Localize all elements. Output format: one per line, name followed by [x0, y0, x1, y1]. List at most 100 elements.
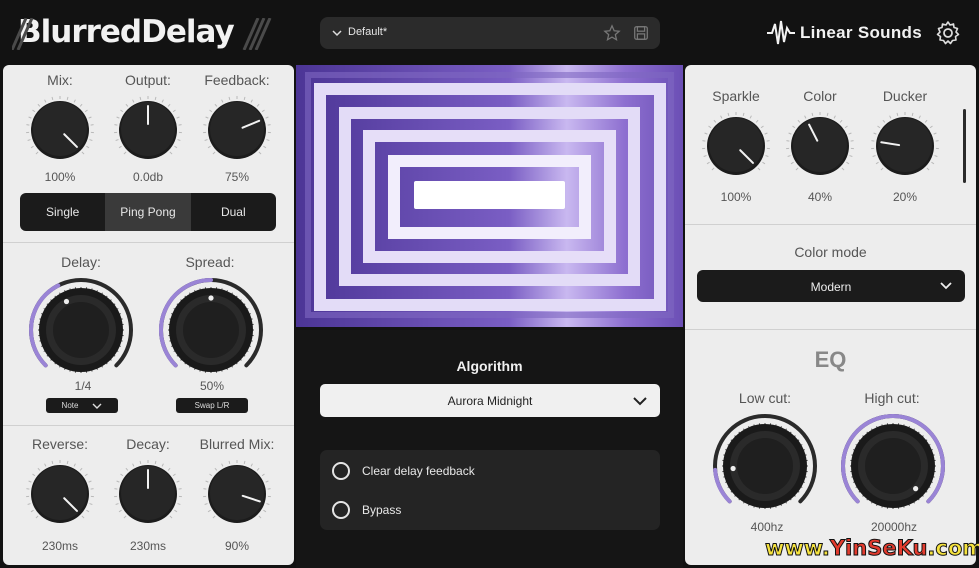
- clear-feedback-label: Clear delay feedback: [362, 464, 475, 478]
- output-knob[interactable]: [113, 95, 183, 165]
- knob-tick: [265, 480, 269, 483]
- decay-label: Decay:: [126, 436, 170, 452]
- knob-tick: [120, 109, 124, 113]
- blurred-mix-knob[interactable]: [202, 459, 272, 529]
- ducker-knob[interactable]: [870, 111, 940, 181]
- knob-tick: [849, 155, 853, 157]
- left-panel: Mix: Output: Feedback: 100% 0.0db 75% Si…: [3, 65, 294, 565]
- knob-tick: [762, 161, 766, 165]
- clear-feedback-radio[interactable]: [332, 462, 350, 480]
- knob-tick: [228, 96, 231, 100]
- knob-tick: [177, 503, 181, 505]
- color-knob[interactable]: [785, 111, 855, 181]
- reverse-knob[interactable]: [25, 459, 95, 529]
- knob-tick: [256, 103, 260, 107]
- knob-cap: [210, 102, 264, 156]
- knob-cap: [33, 102, 87, 156]
- knob-tick: [167, 103, 171, 107]
- options-box: Clear delay feedback Bypass: [320, 450, 660, 530]
- note-dropdown[interactable]: Note: [46, 398, 118, 413]
- knob-tick: [27, 503, 31, 505]
- delay-knob[interactable]: [26, 275, 136, 385]
- knob-tick: [44, 463, 47, 467]
- color-mode-title: Color mode: [794, 244, 867, 260]
- feedback-knob[interactable]: [202, 95, 272, 165]
- algorithm-dropdown[interactable]: Aurora Midnight: [320, 384, 660, 417]
- eq-title: EQ: [814, 347, 847, 372]
- knob-tick: [228, 460, 231, 464]
- knob-tick: [207, 145, 211, 149]
- knob-cap: [737, 438, 793, 494]
- scrollbar[interactable]: [963, 109, 966, 183]
- knob-tick: [787, 155, 791, 157]
- knob-tick: [873, 132, 877, 135]
- knob-tick: [123, 515, 127, 519]
- star-icon[interactable]: [603, 24, 621, 42]
- watermark-part: www.: [765, 536, 831, 561]
- knob-tick: [261, 473, 265, 477]
- knob-cap: [183, 302, 239, 358]
- knob-tick: [35, 515, 39, 519]
- chevron-down-icon: [633, 397, 647, 406]
- knob-tick: [116, 480, 120, 483]
- knob-tick: [872, 155, 876, 157]
- knob-tick: [911, 112, 914, 116]
- knob-tick: [89, 503, 93, 505]
- decay-knob[interactable]: [113, 459, 183, 529]
- swap-lr-label: Swap L/R: [194, 401, 230, 410]
- knob-tick: [880, 167, 884, 171]
- knob-tick: [931, 161, 935, 165]
- knob-tick: [88, 480, 92, 483]
- mix-label: Mix:: [47, 72, 73, 88]
- knob-tick: [30, 145, 34, 149]
- knob-tick: [933, 132, 937, 135]
- mode-dual-button[interactable]: Dual: [191, 193, 276, 231]
- knob-tick: [790, 161, 794, 165]
- gear-icon[interactable]: [935, 20, 961, 46]
- mix-knob[interactable]: [25, 95, 95, 165]
- low-cut-knob[interactable]: [710, 411, 820, 521]
- color-label: Color: [803, 88, 837, 104]
- knob-tick: [811, 112, 814, 116]
- knob-tick: [212, 515, 216, 519]
- bypass-option[interactable]: Bypass: [332, 499, 401, 521]
- knob-tick: [263, 509, 267, 513]
- knob-tick: [88, 116, 92, 119]
- knob-tick: [174, 509, 178, 513]
- clear-feedback-option[interactable]: Clear delay feedback: [332, 460, 475, 482]
- color-mode-value: Modern: [810, 280, 852, 294]
- knob-tick: [66, 96, 69, 100]
- knob-tick: [116, 116, 120, 119]
- knob-dot: [63, 298, 70, 305]
- knob-tick: [30, 509, 34, 513]
- spread-knob[interactable]: [156, 275, 266, 385]
- color-mode-dropdown[interactable]: Modern: [697, 270, 965, 302]
- mode-single-button[interactable]: Single: [20, 193, 105, 231]
- knob-tick: [51, 460, 54, 464]
- header-bar: BlurredDelay Default* Linear Sounds: [0, 0, 979, 64]
- knob-tick: [169, 515, 173, 519]
- knob-tick: [792, 125, 796, 129]
- knob-tick: [760, 125, 764, 129]
- knob-tick: [169, 151, 173, 155]
- knob-tick: [839, 119, 843, 123]
- chevron-down-icon: [332, 30, 342, 37]
- knob-tick: [263, 145, 267, 149]
- knob-tick: [172, 473, 176, 477]
- color-value: 40%: [807, 190, 833, 204]
- algorithm-title: Algorithm: [456, 358, 523, 374]
- knob-tick: [926, 167, 930, 171]
- algorithm-section: Algorithm Aurora Midnight Clear delay fe…: [296, 330, 683, 568]
- knob-tick: [882, 119, 886, 123]
- watermark-part: YinSeKu: [829, 536, 928, 561]
- divider: [3, 425, 294, 426]
- swap-lr-button[interactable]: Swap L/R: [176, 398, 248, 413]
- save-icon[interactable]: [632, 24, 650, 42]
- knob-cap: [793, 118, 847, 172]
- knob-tick: [795, 167, 799, 171]
- high-cut-knob[interactable]: [838, 411, 948, 521]
- mode-pingpong-button[interactable]: Ping Pong: [105, 193, 191, 231]
- bypass-radio[interactable]: [332, 501, 350, 519]
- low-cut-label: Low cut:: [738, 390, 792, 406]
- sparkle-knob[interactable]: [701, 111, 771, 181]
